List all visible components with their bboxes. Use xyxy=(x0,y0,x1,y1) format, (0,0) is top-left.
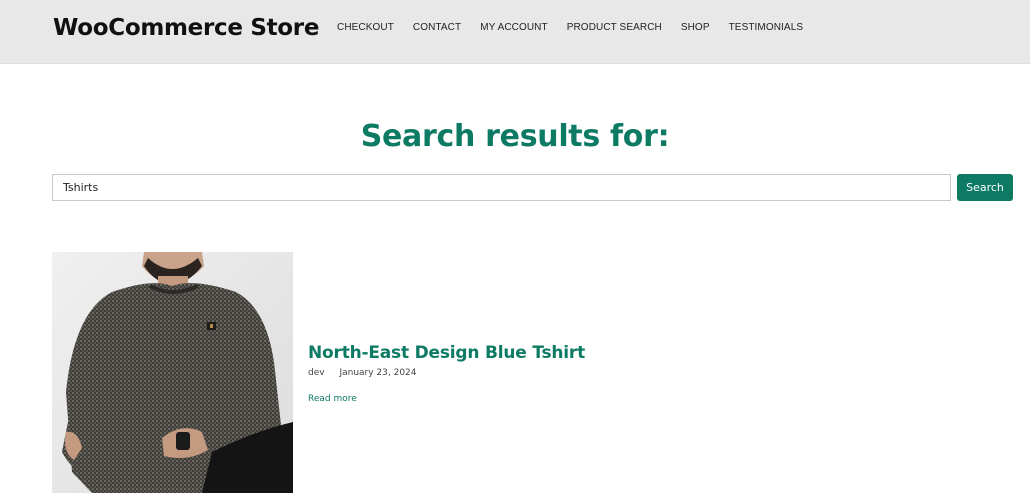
nav-item-contact[interactable]: CONTACT xyxy=(413,21,461,35)
product-thumbnail[interactable] xyxy=(52,252,293,493)
nav-item-checkout[interactable]: CHECKOUT xyxy=(337,21,394,35)
read-more-link[interactable]: Read more xyxy=(308,393,357,405)
site-title[interactable]: WooCommerce Store xyxy=(53,12,319,44)
result-meta: dev January 23, 2024 xyxy=(308,367,417,379)
tshirt-photo-image xyxy=(52,252,293,493)
result-date[interactable]: January 23, 2024 xyxy=(339,368,416,378)
nav-item-shop[interactable]: SHOP xyxy=(681,21,710,35)
result-author[interactable]: dev xyxy=(308,368,325,378)
site-header: WooCommerce Store CHECKOUT CONTACT MY AC… xyxy=(0,0,1030,64)
search-button[interactable]: Search xyxy=(957,174,1013,201)
page-title: Search results for: xyxy=(360,119,670,154)
main-nav: CHECKOUT CONTACT MY ACCOUNT PRODUCT SEAR… xyxy=(337,21,822,35)
search-input[interactable] xyxy=(52,174,951,201)
result-title-link[interactable]: North-East Design Blue Tshirt xyxy=(308,341,585,365)
nav-item-my-account[interactable]: MY ACCOUNT xyxy=(480,21,548,35)
nav-item-product-search[interactable]: PRODUCT SEARCH xyxy=(567,21,662,35)
nav-item-testimonials[interactable]: TESTIMONIALS xyxy=(729,21,804,35)
